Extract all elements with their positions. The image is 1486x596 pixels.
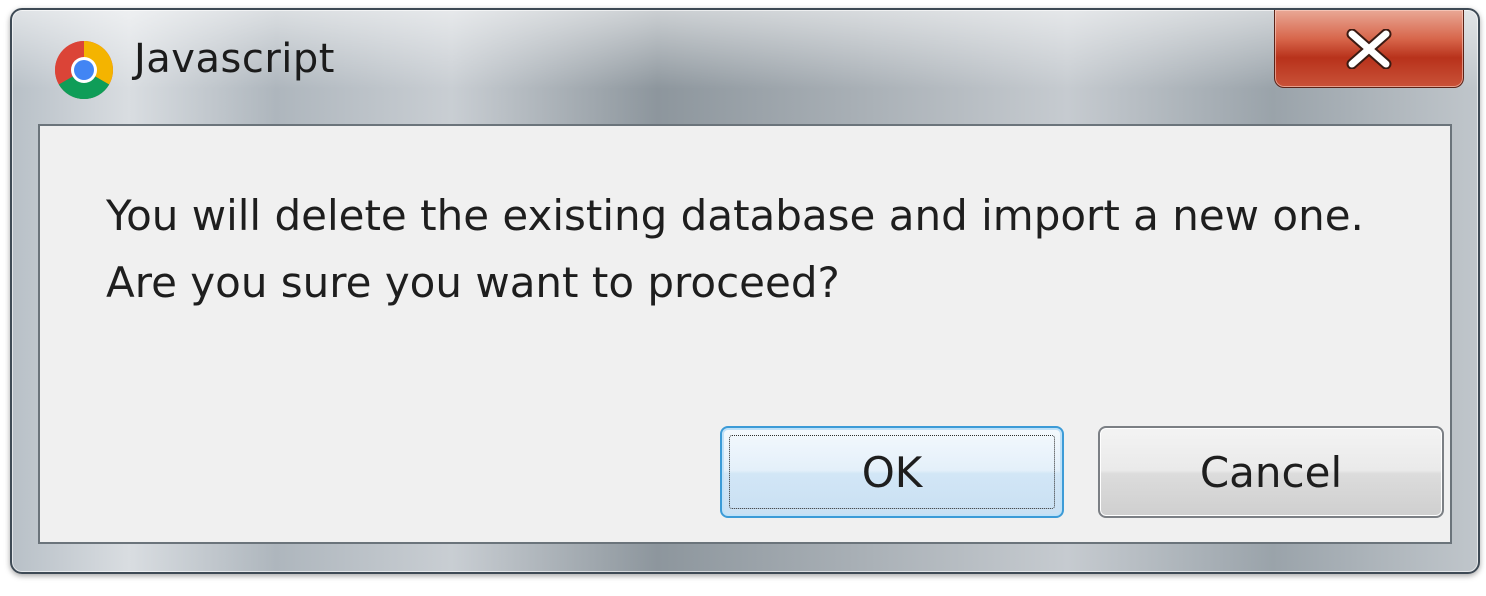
message-line-1: You will delete the existing database an… (106, 191, 1364, 240)
message-line-2: Are you sure you want to proceed? (106, 258, 840, 307)
chrome-icon (54, 40, 114, 100)
javascript-dialog: Javascript You will delete the existing … (10, 8, 1480, 574)
cancel-button-label: Cancel (1199, 447, 1343, 497)
close-button[interactable] (1274, 10, 1464, 88)
focus-ring (729, 435, 1055, 509)
ok-button[interactable]: OK (720, 426, 1064, 518)
cancel-button[interactable]: Cancel (1098, 426, 1444, 518)
window-title: Javascript (134, 36, 335, 82)
dialog-content: You will delete the existing database an… (38, 124, 1452, 544)
dialog-message: You will delete the existing database an… (106, 182, 1364, 316)
title-bar[interactable]: Javascript (12, 10, 1478, 120)
